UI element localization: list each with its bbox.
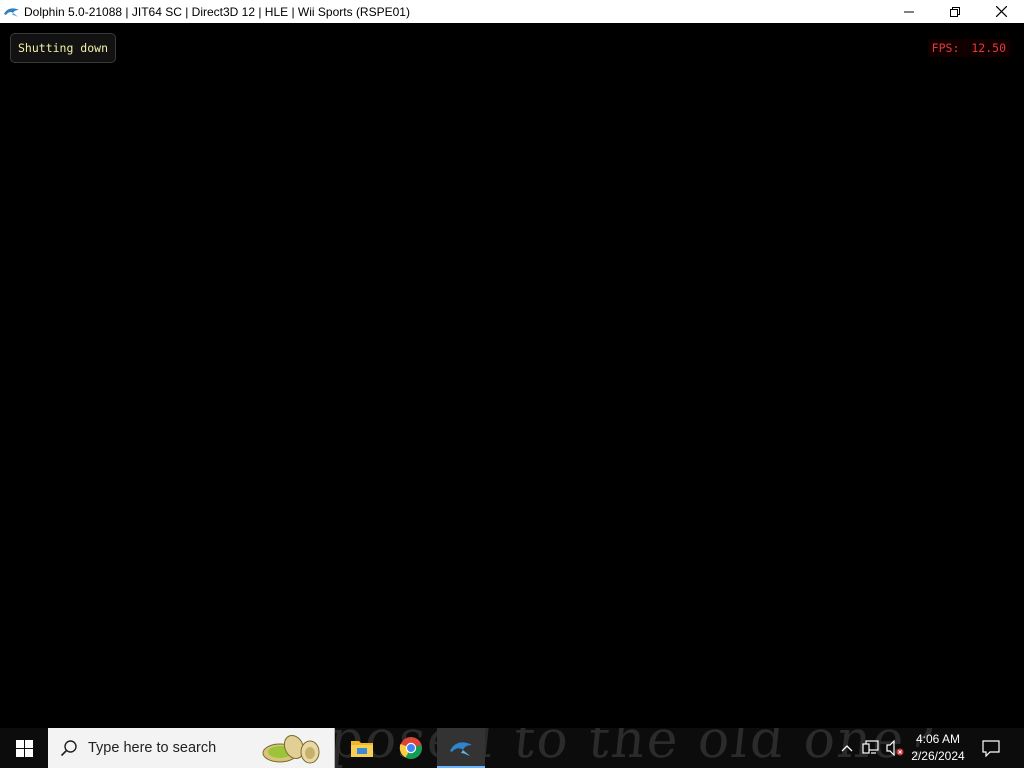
pistachio-illustration bbox=[262, 734, 320, 764]
start-button[interactable] bbox=[0, 728, 48, 768]
search-placeholder: Type here to search bbox=[88, 740, 217, 756]
close-button[interactable] bbox=[978, 0, 1024, 23]
taskbar-clock[interactable]: 4:06 AM 2/26/2024 bbox=[903, 728, 973, 768]
game-render-area[interactable]: Shutting down FPS: 12.50 bbox=[0, 23, 1024, 728]
volume-muted-icon bbox=[886, 740, 904, 756]
window-title: Dolphin 5.0-21088 | JIT64 SC | Direct3D … bbox=[24, 4, 410, 19]
taskbar-app-file-explorer[interactable] bbox=[338, 728, 386, 768]
tray-overflow-button[interactable] bbox=[836, 728, 858, 768]
minimize-button[interactable] bbox=[886, 0, 932, 23]
restore-icon bbox=[950, 6, 960, 17]
chrome-icon bbox=[399, 737, 422, 759]
clock-date: 2/26/2024 bbox=[911, 749, 965, 763]
dolphin-icon bbox=[3, 5, 21, 19]
dolphin-icon bbox=[450, 742, 472, 756]
taskbar: posed to the old one? Type here to searc… bbox=[0, 728, 1024, 768]
minimize-icon bbox=[904, 11, 914, 12]
title-bar[interactable]: Dolphin 5.0-21088 | JIT64 SC | Direct3D … bbox=[0, 0, 1024, 23]
taskbar-app-dolphin[interactable] bbox=[437, 728, 485, 768]
chevron-up-icon bbox=[841, 745, 853, 752]
search-box[interactable]: Type here to search bbox=[48, 728, 335, 768]
fps-counter: FPS: 12.50 bbox=[927, 39, 1010, 57]
fps-value: 12.50 bbox=[971, 41, 1006, 55]
tray-network[interactable] bbox=[860, 728, 882, 768]
window-controls bbox=[886, 0, 1024, 23]
network-icon bbox=[862, 740, 879, 754]
taskbar-app-chrome[interactable] bbox=[387, 728, 435, 768]
close-icon bbox=[995, 6, 1007, 17]
notification-icon bbox=[982, 739, 1000, 757]
notification-button[interactable] bbox=[978, 728, 1004, 768]
search-icon bbox=[60, 739, 78, 757]
file-explorer-icon bbox=[351, 741, 373, 757]
clock-time: 4:06 AM bbox=[915, 732, 961, 746]
osd-message: Shutting down bbox=[10, 33, 117, 63]
windows-logo-icon bbox=[15, 739, 33, 757]
fps-label: FPS: bbox=[931, 41, 960, 55]
restore-button[interactable] bbox=[932, 0, 978, 23]
